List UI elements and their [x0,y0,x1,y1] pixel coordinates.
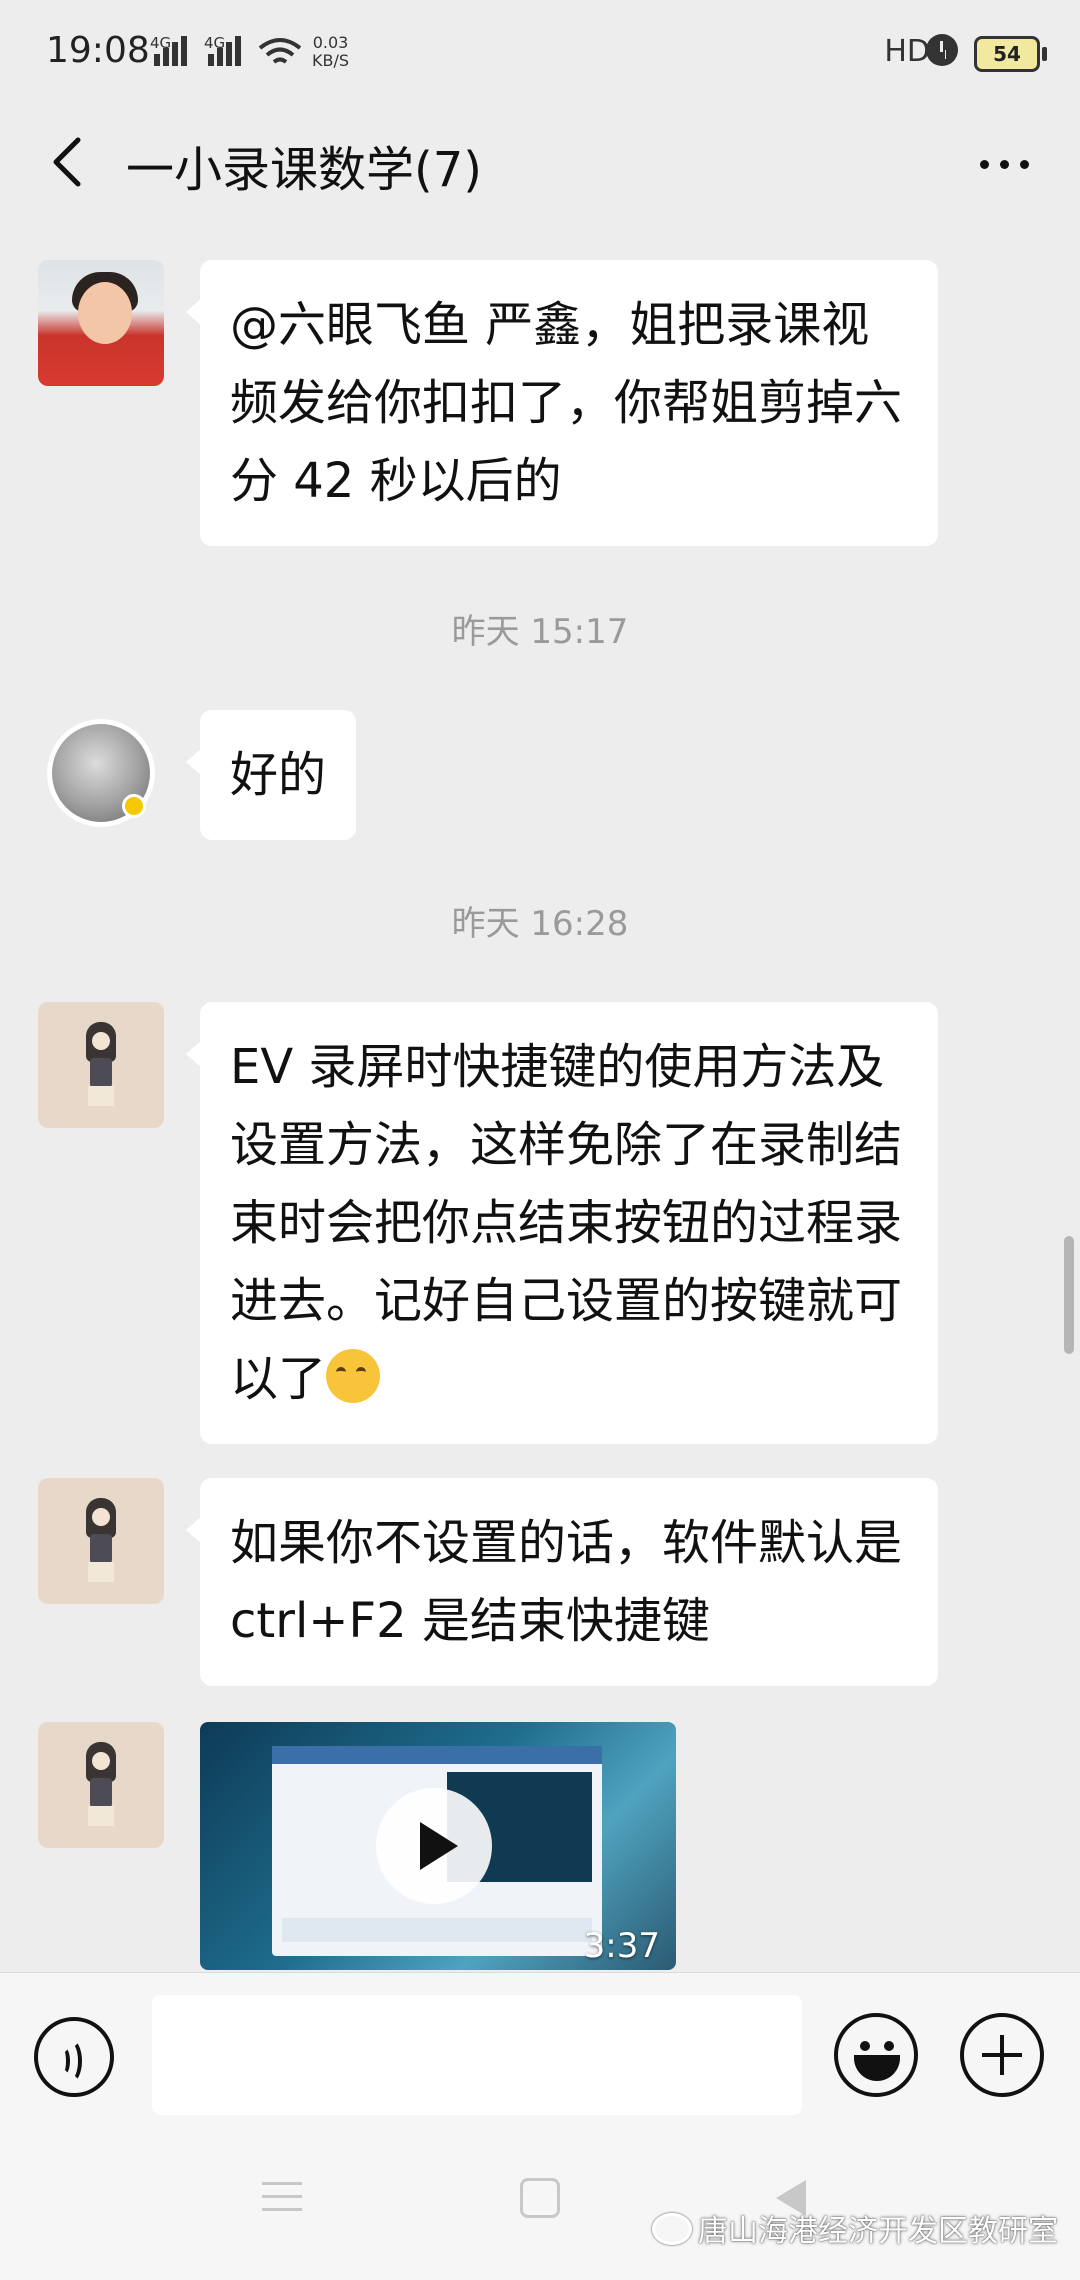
wechat-icon [652,2213,692,2245]
plus-icon[interactable] [960,2013,1044,2097]
timestamp: 昨天 15:17 [451,612,629,652]
avatar[interactable] [38,710,164,836]
avatar[interactable] [38,1478,164,1604]
system-nav-bar [0,2126,1080,2280]
video-duration: 3:37 [583,1926,660,1966]
chat-header: 一小录课数学(7) [0,108,1080,218]
message-bubble[interactable]: 好的 [185,710,357,840]
message-text: EV 录屏时快捷键的使用方法及设置方法，这样免除了在录制结束时会把你点结束按钮的… [230,1039,903,1407]
message-text: 好的 [230,747,327,803]
scrollbar[interactable] [1064,1236,1074,1354]
watermark: 唐山海港经济开发区教研室 [652,2206,1058,2250]
avatar[interactable] [38,1002,164,1128]
network-speed: 0.03 KB/S [312,33,350,70]
message-input[interactable] [152,1995,802,2115]
more-icon[interactable] [970,138,1040,188]
home-icon[interactable] [520,2178,560,2218]
voice-icon[interactable] [34,2017,114,2097]
smile-icon[interactable] [834,2013,918,2097]
avatar[interactable] [38,1722,164,1848]
input-bar [0,1972,1080,2127]
status-time: 19:08 [46,30,150,71]
message-text: @六眼飞鱼 严鑫，姐把录课视频发给你扣扣了，你帮姐剪掉六分 42 秒以后的 [230,297,903,509]
avatar[interactable] [38,260,164,386]
chat-title: 一小录课数学(7) [126,142,482,198]
message-bubble[interactable]: @六眼飞鱼 严鑫，姐把录课视频发给你扣扣了，你帮姐剪掉六分 42 秒以后的 [186,260,938,546]
back-icon[interactable] [40,132,100,192]
wifi-icon [258,38,302,64]
thinking-emoji-icon [326,1349,381,1403]
message-bubble[interactable]: 如果你不设置的话，软件默认是 ctrl+F2 是结束快捷键 [186,1478,938,1686]
battery-icon: 54 [974,36,1047,72]
message-bubble[interactable]: EV 录屏时快捷键的使用方法及设置方法，这样免除了在录制结束时会把你点结束按钮的… [186,1002,938,1444]
timestamp: 昨天 16:28 [451,904,629,944]
message-text: 如果你不设置的话，软件默认是 ctrl+F2 是结束快捷键 [230,1515,903,1649]
menu-icon[interactable] [262,2182,302,2212]
alarm-icon [926,34,958,66]
play-icon[interactable] [376,1788,492,1904]
hd-indicator: HD [884,34,930,69]
video-message[interactable]: 3:37 [200,1722,676,1970]
status-bar: 19:08 4G 4G 0.03 KB/S HD 54 [0,0,1080,108]
